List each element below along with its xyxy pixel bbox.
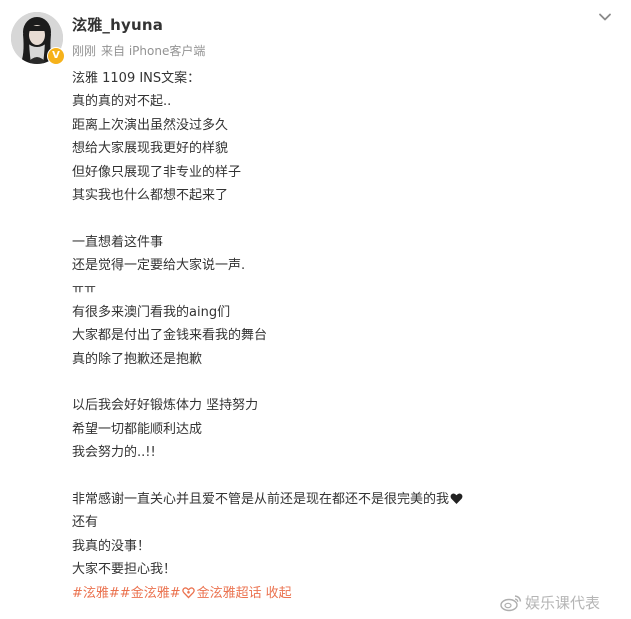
post-source: 来自 iPhone客户端 <box>101 44 206 58</box>
post-text-line-content: 我会努力的..!! <box>72 445 156 461</box>
post-text-line-content: 还是觉得一定要给大家说一声. <box>72 258 246 274</box>
post-time[interactable]: 刚刚 <box>72 44 96 58</box>
post-text-line: 泫雅 1109 INS文案： <box>72 67 612 90</box>
post-text-line: 大家都是付出了金钱来看我的舞台 <box>72 324 612 347</box>
chevron-down-icon[interactable] <box>596 8 614 26</box>
collapse-link[interactable]: 收起 <box>266 586 292 601</box>
post-text-line: 想给大家展现我更好的样貌 <box>72 137 612 160</box>
post-text-line-content: 大家不要担心我！ <box>72 562 177 578</box>
weibo-logo-icon <box>500 595 522 612</box>
post-text-line-content: 真的真的对不起.. <box>72 94 172 110</box>
post-text-line-content: 大家都是付出了金钱来看我的舞台 <box>72 328 268 344</box>
post-text-line-content: 但好像只展现了非专业的样子 <box>72 164 242 180</box>
post-text-line-content: 还有 <box>72 515 99 531</box>
post-text-line-content: 泫雅 1109 INS文案： <box>72 71 201 86</box>
username[interactable]: 泫雅_hyuna <box>72 14 163 35</box>
post-text-line: 我会努力的..!! <box>72 441 612 464</box>
post-text-line: 距离上次演出虽然没过多久 <box>72 114 612 137</box>
post-text-line-content: 我真的没事！ <box>72 538 151 554</box>
post-text-line: 但好像只展现了非专业的样子 <box>72 161 612 184</box>
post-text-line: 我真的没事！ <box>72 535 612 558</box>
post-text-line-content: 真的除了抱歉还是抱歉 <box>72 351 203 367</box>
post-text-line-content: 一直想着这件事 <box>72 234 164 250</box>
super-topic-link[interactable]: 金泫雅超话 <box>197 586 262 601</box>
verified-badge: V <box>47 47 65 65</box>
post-text-line-content: 想给大家展现我更好的样貌 <box>72 141 229 157</box>
post-text-line-content: 距离上次演出虽然没过多久 <box>72 117 229 133</box>
post-text: 泫雅 1109 INS文案： 真的真的对不起.. 距离上次演出虽然没过多久 想给大家展… <box>72 67 612 582</box>
post-text-line-content: 希望一切都能顺利达成 <box>72 421 203 437</box>
post-text-line: 一直想着这件事 <box>72 231 612 254</box>
post-text-line: 非常感谢一直关心并且爱不管是从前还是现在都还不是很完美的我 <box>72 488 612 511</box>
watermark-text: 娱乐课代表 <box>525 594 601 612</box>
post-text-line-content: 其实我也什么都想不起来了 <box>72 187 229 203</box>
post-text-line: 有很多来澳门看我的aing们 <box>72 301 612 324</box>
post-text-line: 以后我会好好锻炼体力 坚持努力 <box>72 394 612 417</box>
super-topic-icon <box>181 586 195 599</box>
weibo-post-card: V 泫雅_hyuna 刚刚 来自 iPhone客户端 泫雅 1109 INS文案：… <box>0 0 631 619</box>
post-text-line-content: 有很多来澳门看我的aing们 <box>72 304 231 320</box>
post-text-line: 希望一切都能顺利达成 <box>72 418 612 441</box>
hashtag-link[interactable]: #金泫雅# <box>120 586 181 601</box>
heart-emoji-icon <box>450 493 463 505</box>
post-text-line: ㅠㅠ <box>72 278 612 301</box>
watermark: 娱乐课代表 <box>500 592 600 613</box>
post-body: 泫雅 1109 INS文案： 真的真的对不起.. 距离上次演出虽然没过多久 想给大家展… <box>72 67 612 605</box>
post-text-line: 真的除了抱歉还是抱歉 <box>72 348 612 371</box>
post-text-line-content: 以后我会好好锻炼体力 坚持努力 <box>72 398 259 414</box>
post-text-line-content: 非常感谢一直关心并且爱不管是从前还是现在都还不是很完美的我 <box>72 492 450 508</box>
hashtag-link[interactable]: #泫雅# <box>72 586 120 601</box>
post-text-line-content: ㅠㅠ <box>72 281 96 297</box>
post-text-line: 大家不要担心我！ <box>72 558 612 581</box>
post-text-line: 还有 <box>72 511 612 534</box>
post-text-line: 真的真的对不起.. <box>72 90 612 113</box>
post-text-line: 其实我也什么都想不起来了 <box>72 184 612 207</box>
post-meta: 刚刚 来自 iPhone客户端 <box>72 42 210 59</box>
post-text-line: 还是觉得一定要给大家说一声. <box>72 254 612 277</box>
